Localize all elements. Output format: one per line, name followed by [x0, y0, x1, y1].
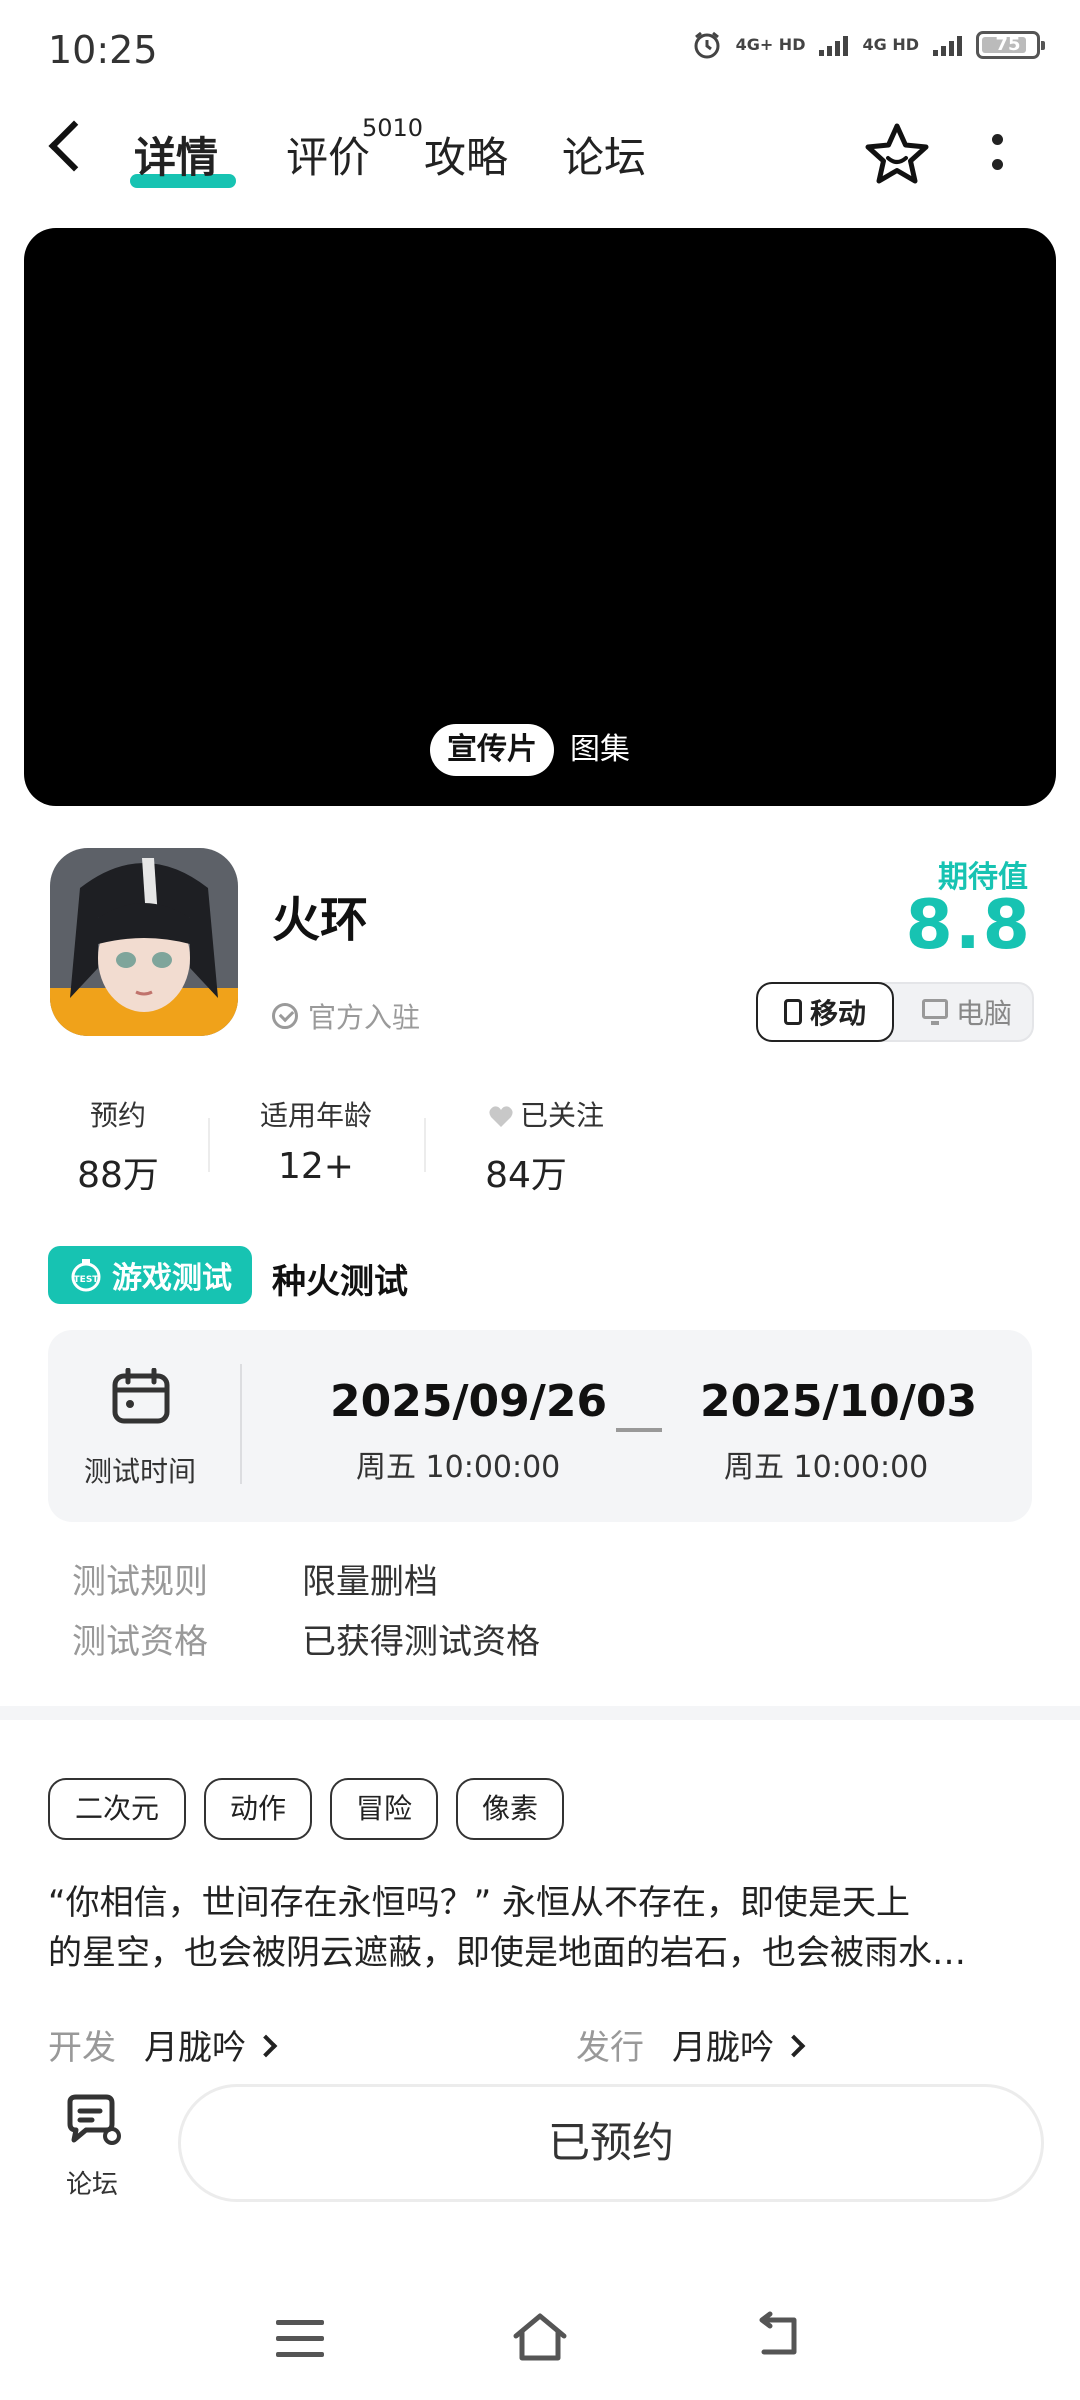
signal-icon [819, 34, 849, 56]
platform-pc-label: 电脑 [955, 997, 1012, 1030]
platform-pc-button[interactable]: 电脑 [900, 982, 1034, 1042]
signal-icon [933, 34, 962, 56]
stat-age-value: 12+ [278, 1146, 354, 1187]
description-line: “你相信，世间存在永恒吗？” 永恒从不存在，即使是天上 [48, 1883, 911, 1923]
expectation-score: 8.8 [905, 886, 1032, 965]
status-time: 10:25 [48, 28, 158, 72]
stat-age-label: 适用年龄 [259, 1099, 372, 1132]
stat-followers-label: 已关注 [456, 1094, 636, 1134]
date-range-arrow [616, 1428, 662, 1432]
alarm-icon [694, 31, 720, 59]
test-time-label: 测试时间 [84, 1455, 197, 1488]
tab-reviews[interactable]: 评价 [286, 124, 370, 185]
verified-icon [272, 1003, 298, 1029]
promo-video[interactable] [24, 228, 1056, 806]
section-divider [0, 1706, 1080, 1720]
forum-icon[interactable] [62, 2094, 122, 2150]
star-icon[interactable] [862, 120, 932, 190]
description-line: 的星空，也会被阴云遮蔽，即使是地面的岩石，也会被雨水… [48, 1933, 966, 1973]
card-divider [240, 1364, 242, 1484]
test-start-date: 2025/09/26 [330, 1376, 608, 1427]
developer-key: 开发 [48, 2028, 116, 2068]
official-badge: 官方入驻 [272, 996, 420, 1036]
network-label-1: 4G+ HD [735, 35, 806, 54]
menu-icon[interactable] [276, 2320, 324, 2360]
test-qualification-value: 已获得测试资格 [302, 1622, 540, 1662]
calendar-icon [112, 1368, 170, 1424]
test-qualification-key: 测试资格 [72, 1622, 208, 1662]
tag-item[interactable]: 冒险 [330, 1778, 438, 1840]
segment-gallery[interactable]: 图集 [570, 724, 630, 776]
test-start-time: 周五 10:00:00 [356, 1450, 561, 1485]
tab-details[interactable]: 详情 [134, 124, 218, 185]
test-clock-icon: TEST [71, 1259, 101, 1292]
forum-label[interactable]: 论坛 [62, 2164, 122, 2201]
game-test-badge: TEST 游戏测试 [48, 1246, 252, 1304]
test-rule-value: 限量删档 [302, 1562, 438, 1602]
home-icon[interactable] [510, 2310, 570, 2362]
tag-item[interactable]: 像素 [456, 1778, 564, 1840]
status-icons: 4G+ HD 4G HD 75 [692, 30, 1045, 60]
battery-level: 75 [995, 34, 1021, 55]
chevron-right-icon [254, 2034, 278, 2057]
heart-icon [489, 1106, 513, 1127]
publisher-key: 发行 [576, 2028, 644, 2068]
app-name: 火环 [272, 892, 369, 948]
game-test-label: 游戏测试 [112, 1261, 232, 1296]
network-label-2: 4G HD [862, 35, 919, 54]
developer-name: 月胧吟 [144, 2028, 246, 2068]
test-end-date: 2025/10/03 [700, 1376, 978, 1427]
reserved-button[interactable]: 已预约 [178, 2084, 1044, 2202]
followers-label-text: 已关注 [519, 1099, 604, 1132]
phone-icon [783, 999, 802, 1025]
tag-item[interactable]: 动作 [204, 1778, 312, 1840]
test-name: 种火测试 [272, 1262, 408, 1302]
app-icon [50, 848, 238, 1036]
stat-divider [424, 1118, 426, 1172]
platform-mobile-label: 移动 [809, 997, 866, 1030]
publisher-link[interactable]: 月胧吟 [672, 2020, 806, 2069]
chevron-right-icon [782, 2034, 806, 2057]
tab-forum[interactable]: 论坛 [562, 124, 646, 185]
stat-reservations-label: 预约 [89, 1099, 146, 1132]
back-icon[interactable] [48, 120, 100, 172]
back-nav-icon[interactable] [754, 2310, 804, 2360]
publisher-name: 月胧吟 [672, 2028, 774, 2068]
official-label: 官方入驻 [308, 1001, 421, 1034]
tag-item[interactable]: 二次元 [48, 1778, 186, 1840]
test-end-time: 周五 10:00:00 [724, 1450, 929, 1485]
tab-guides[interactable]: 攻略 [424, 124, 508, 185]
reviews-count-badge: 5010 [362, 114, 424, 142]
segment-promo-video[interactable]: 宣传片 [430, 724, 554, 776]
svg-text:TEST: TEST [74, 1275, 100, 1285]
developer-link[interactable]: 月胧吟 [144, 2020, 278, 2069]
stat-divider [208, 1118, 210, 1172]
stat-reservations-value: 88万 [77, 1155, 159, 1196]
monitor-icon [921, 999, 948, 1025]
more-icon[interactable] [990, 134, 1004, 184]
game-description[interactable]: “你相信，世间存在永恒吗？” 永恒从不存在，即使是天上 的星空，也会被阴云遮蔽，… [48, 1878, 1038, 1978]
stat-followers-value: 84万 [485, 1155, 567, 1196]
battery-icon: 75 [976, 31, 1045, 59]
platform-mobile-button[interactable]: 移动 [756, 982, 894, 1042]
test-rule-key: 测试规则 [72, 1562, 208, 1602]
